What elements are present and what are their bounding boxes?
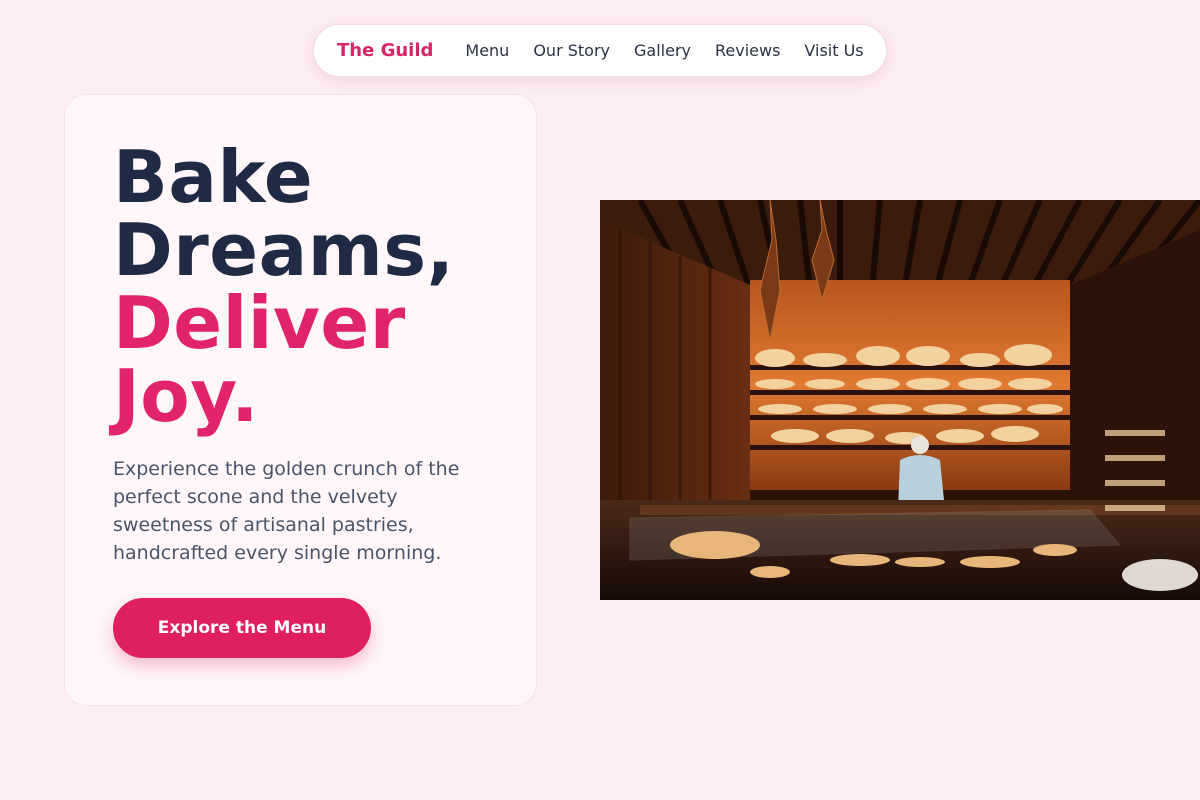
- hero-headline: Bake Dreams, Deliver Joy.: [113, 141, 454, 433]
- bakery-photo: [600, 200, 1200, 600]
- nav-link-visit-us[interactable]: Visit Us: [804, 41, 863, 60]
- headline-line-bake: Bake: [113, 135, 314, 219]
- headline-line-joy: Joy.: [113, 354, 259, 438]
- nav-link-our-story[interactable]: Our Story: [533, 41, 610, 60]
- headline-line-dreams: Dreams,: [113, 208, 455, 292]
- nav-link-menu[interactable]: Menu: [465, 41, 509, 60]
- brand-logo[interactable]: The Guild: [337, 40, 433, 61]
- hero-card: Bake Dreams, Deliver Joy. Experience the…: [64, 94, 537, 706]
- top-navigation: The Guild Menu Our Story Gallery Reviews…: [313, 24, 887, 77]
- nav-link-reviews[interactable]: Reviews: [715, 41, 780, 60]
- nav-link-gallery[interactable]: Gallery: [634, 41, 691, 60]
- hero-description: Experience the golden crunch of the perf…: [113, 458, 460, 564]
- explore-menu-button[interactable]: Explore the Menu: [113, 598, 371, 658]
- bakery-photo-illustration: [600, 200, 1200, 600]
- nav-links: Menu Our Story Gallery Reviews Visit Us: [465, 41, 863, 60]
- headline-line-deliver: Deliver: [113, 281, 406, 365]
